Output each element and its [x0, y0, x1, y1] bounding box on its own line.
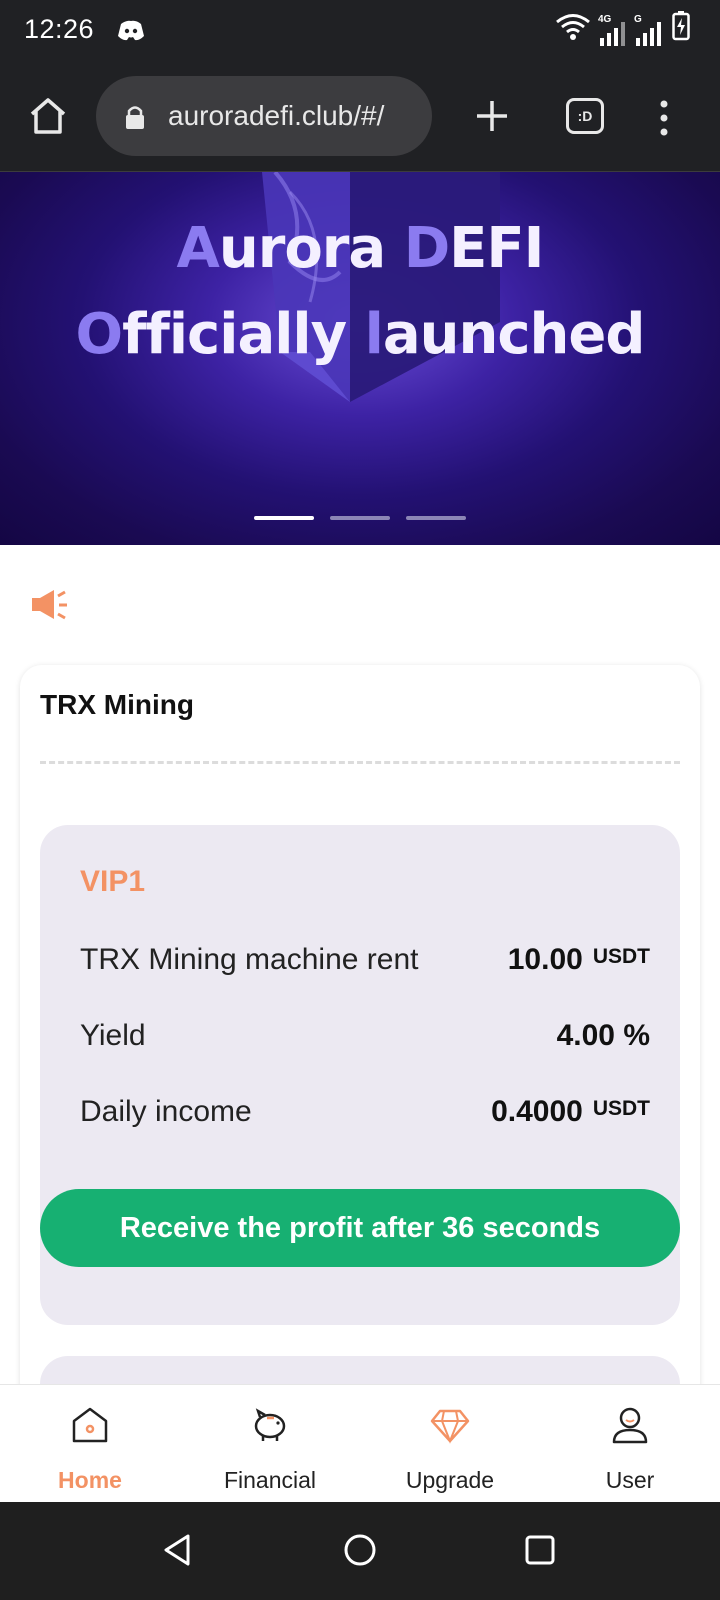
battery-charging-icon — [672, 11, 690, 46]
carousel-dot[interactable] — [254, 516, 314, 520]
banner-line1-rest: urora — [218, 216, 404, 281]
vip-plan: VIP1 TRX Mining machine rent 10.00 USDT Y… — [40, 825, 680, 1325]
carousel-indicators — [254, 516, 466, 520]
yield-amount: 4.00 % — [556, 1019, 650, 1052]
dashed-divider — [40, 761, 680, 764]
nav-item-user[interactable]: User — [540, 1385, 720, 1503]
plan-row-daily-income: Daily income 0.4000 USDT — [80, 1091, 650, 1131]
nav-item-upgrade[interactable]: Upgrade — [360, 1385, 540, 1503]
nav-label-user: User — [605, 1467, 655, 1493]
plan-level: VIP1 — [80, 865, 146, 898]
banner-headline-line2: Officially launched — [0, 302, 720, 367]
system-navigation-bar — [0, 1502, 720, 1600]
banner-line1-rest2: EFI — [449, 216, 544, 281]
nav-label-home: Home — [58, 1467, 122, 1493]
plan-row-value: 4.00 % — [557, 1019, 650, 1053]
plan-row-rent: TRX Mining machine rent 10.00 USDT — [80, 939, 650, 979]
rent-unit: USDT — [592, 945, 650, 968]
promo-banner[interactable]: Aurora DEFI Officially launched — [0, 172, 720, 545]
banner-headline-line1: Aurora DEFI — [0, 216, 720, 281]
address-bar[interactable]: auroradefi.club/#/ — [96, 76, 432, 156]
nav-item-financial[interactable]: Financial — [180, 1385, 360, 1503]
diamond-icon — [430, 1405, 470, 1445]
carousel-dot[interactable] — [406, 516, 466, 520]
banner-line1-accent2: D — [403, 216, 450, 281]
daily-income-unit: USDT — [592, 1097, 650, 1120]
browser-home-icon[interactable] — [26, 94, 70, 138]
mining-card: TRX Mining VIP1 TRX Mining machine rent … — [20, 665, 700, 1405]
home-circle-icon[interactable] — [342, 1532, 378, 1568]
tab-switcher-button[interactable]: :D — [566, 98, 604, 134]
home-icon — [70, 1405, 110, 1445]
plan-row-value: 10.00 USDT — [508, 943, 650, 977]
daily-income-amount: 0.4000 — [491, 1095, 583, 1128]
nav-label-financial: Financial — [223, 1467, 317, 1493]
banner-line1-accent: A — [176, 216, 219, 281]
status-bar: 12:26 4G G — [0, 0, 720, 64]
more-menu-icon[interactable] — [654, 96, 674, 140]
rent-amount: 10.00 — [507, 943, 583, 976]
plan-row-label: Yield — [80, 1019, 146, 1052]
plan-row-label: Daily income — [80, 1095, 252, 1128]
carousel-dot[interactable] — [330, 516, 390, 520]
plan-row-yield: Yield 4.00 % — [80, 1015, 650, 1055]
card-title: TRX Mining — [40, 689, 194, 720]
banner-line2-accent: O — [75, 302, 124, 367]
nav-item-home[interactable]: Home — [0, 1385, 180, 1503]
recents-icon[interactable] — [522, 1532, 558, 1568]
banner-line2-accent2: l — [364, 302, 384, 367]
status-time: 12:26 — [24, 14, 95, 44]
lock-icon — [124, 104, 146, 135]
piggy-bank-icon — [250, 1405, 290, 1445]
plan-row-label: TRX Mining machine rent — [80, 943, 419, 976]
banner-line2-rest: fficially — [122, 302, 365, 367]
signal-g-icon: G — [634, 14, 664, 46]
user-icon — [610, 1405, 650, 1445]
url-text: auroradefi.club/#/ — [168, 100, 385, 131]
nav-label-upgrade: Upgrade — [405, 1467, 495, 1493]
bottom-navigation: Home Financial Upgrade User — [0, 1384, 720, 1502]
plan-row-value: 0.4000 USDT — [491, 1095, 650, 1129]
megaphone-icon — [30, 588, 68, 627]
banner-line2-rest2: aunched — [382, 302, 646, 367]
signal-4g-icon: 4G — [598, 14, 626, 46]
back-icon[interactable] — [160, 1532, 196, 1568]
browser-toolbar: auroradefi.club/#/ :D — [0, 64, 720, 172]
discord-icon — [118, 20, 144, 47]
wifi-icon — [556, 13, 590, 46]
new-tab-icon[interactable] — [470, 94, 514, 138]
receive-profit-button[interactable]: Receive the profit after 36 seconds — [40, 1189, 680, 1267]
